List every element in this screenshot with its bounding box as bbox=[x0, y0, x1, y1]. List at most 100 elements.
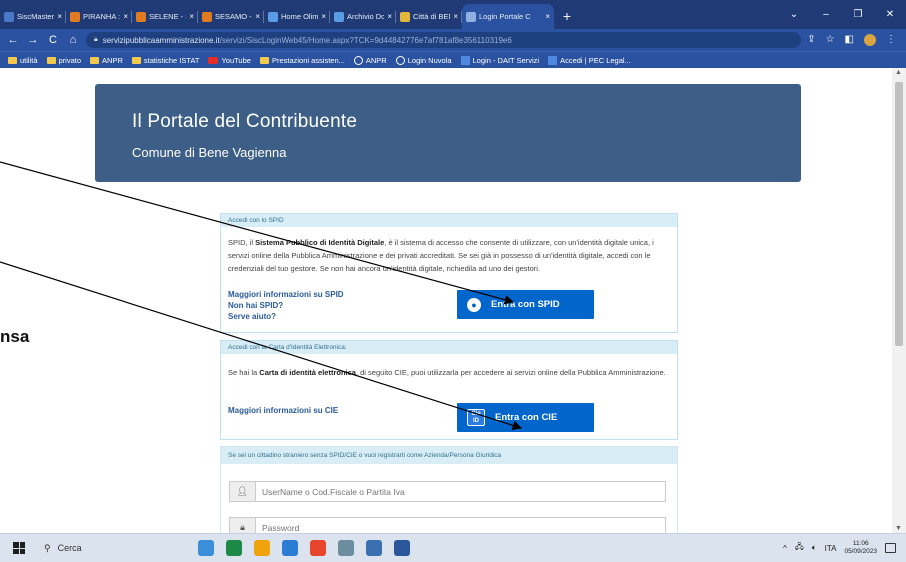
taskbar-apps bbox=[198, 540, 410, 556]
close-window-button[interactable]: ✕ bbox=[874, 9, 906, 20]
page-scrollbar[interactable]: ▲ ▼ bbox=[892, 68, 906, 533]
browser-tab[interactable]: Login Portale C × bbox=[462, 4, 554, 29]
forward-icon[interactable]: → bbox=[26, 34, 40, 46]
bookmark-item[interactable]: ANPR bbox=[90, 56, 123, 65]
tab-search-icon[interactable]: ⌄ bbox=[778, 9, 810, 20]
bookmark-label: Prestazioni assisten... bbox=[271, 55, 345, 65]
language-indicator[interactable]: ITA bbox=[825, 544, 837, 553]
bookmark-item[interactable]: YouTube bbox=[208, 55, 251, 65]
start-button[interactable] bbox=[0, 534, 38, 562]
browser-tab[interactable]: SiscMasterWeb× bbox=[0, 4, 66, 29]
scroll-up-icon[interactable]: ▲ bbox=[895, 69, 902, 76]
sidebar-icon[interactable]: ◧ bbox=[845, 34, 854, 46]
tab-close-icon[interactable]: × bbox=[387, 12, 392, 21]
spid-more-info-link[interactable]: Maggiori informazioni su SPID bbox=[228, 289, 344, 300]
bookmark-item[interactable]: Prestazioni assisten... bbox=[259, 55, 345, 65]
taskbar-app-icon[interactable] bbox=[198, 540, 214, 556]
bookmark-item[interactable]: Login Nuvola bbox=[395, 55, 452, 65]
restore-button[interactable]: ❐ bbox=[842, 9, 874, 20]
other-login-heading: Se sei un cittadino straniero senza SPID… bbox=[221, 447, 677, 464]
volume-icon[interactable]: 🔈︎ bbox=[812, 543, 817, 553]
tab-close-icon[interactable]: × bbox=[255, 12, 260, 21]
url-host: servizipubblicaamministrazione.it bbox=[102, 35, 220, 45]
bookmarks-bar: utilità privato ANPR statistiche ISTAT YouTu… bbox=[0, 51, 906, 68]
browser-tab[interactable]: Archivio Docun× bbox=[330, 4, 396, 29]
browser-tab[interactable]: Città di BENE V× bbox=[396, 4, 462, 29]
bookmark-item[interactable]: ANPR bbox=[353, 55, 387, 65]
partial-overlay-text: nsa bbox=[0, 327, 30, 346]
notification-icon[interactable] bbox=[885, 543, 896, 553]
bookmark-star-icon[interactable]: ☆ bbox=[826, 34, 835, 46]
taskbar-search-label: Cerca bbox=[57, 543, 82, 553]
scrollbar-thumb[interactable] bbox=[895, 82, 903, 346]
tab-label: SESAMO - Serv bbox=[215, 12, 252, 21]
tab-close-icon[interactable]: × bbox=[545, 12, 550, 21]
search-icon: ⚲ bbox=[44, 542, 51, 553]
scroll-down-icon[interactable]: ▼ bbox=[895, 525, 902, 532]
url-field[interactable]: 🔒︎ servizipubblicaamministrazione.it/ser… bbox=[86, 32, 802, 48]
tab-label: Città di BENE V bbox=[413, 12, 450, 21]
home-icon[interactable]: ⌂ bbox=[66, 34, 80, 46]
cie-panel: Accedi con la Carta d'Identità Elettroni… bbox=[220, 340, 678, 440]
taskbar-clock[interactable]: 11:06 05/09/2023 bbox=[844, 540, 877, 556]
user-icon: 👤︎ bbox=[230, 482, 256, 501]
spid-login-button[interactable]: ● Entra con SPID bbox=[457, 290, 594, 319]
spid-help-link[interactable]: Serve aiuto? bbox=[228, 311, 276, 322]
spid-login-button-label: Entra con SPID bbox=[491, 299, 560, 310]
taskbar-app-icon[interactable] bbox=[254, 540, 270, 556]
browser-tab[interactable]: Home Olimpo× bbox=[264, 4, 330, 29]
tab-close-icon[interactable]: × bbox=[57, 12, 62, 21]
taskbar-app-icon[interactable] bbox=[226, 540, 242, 556]
profile-avatar-icon[interactable] bbox=[864, 34, 876, 46]
bookmark-item[interactable]: Accedi | PEC Legal... bbox=[548, 55, 631, 65]
globe-icon bbox=[353, 55, 363, 65]
tab-close-icon[interactable]: × bbox=[123, 12, 128, 21]
bookmark-label: YouTube bbox=[221, 55, 251, 65]
tab-label: SiscMasterWeb bbox=[17, 12, 55, 21]
taskbar-app-icon[interactable] bbox=[394, 540, 410, 556]
new-tab-button[interactable]: + bbox=[554, 4, 580, 29]
bookmark-item[interactable]: privato bbox=[46, 55, 82, 65]
cie-more-info-link[interactable]: Maggiori informazioni su CIE bbox=[228, 405, 338, 416]
cie-login-button[interactable]: Cie ID Entra con CIE bbox=[457, 403, 594, 432]
bookmark-label: privato bbox=[58, 55, 82, 65]
tab-close-icon[interactable]: × bbox=[453, 12, 458, 21]
tab-close-icon[interactable]: × bbox=[321, 12, 326, 21]
menu-icon[interactable]: ⋮ bbox=[886, 34, 896, 46]
taskbar-app-icon[interactable] bbox=[282, 540, 298, 556]
taskbar-app-icon[interactable] bbox=[310, 540, 326, 556]
share-icon[interactable]: ⇪ bbox=[807, 34, 815, 46]
username-field-group: 👤︎ bbox=[229, 481, 666, 502]
globe-icon bbox=[395, 55, 405, 65]
bookmark-item[interactable]: Login - DAIT Servizi bbox=[460, 55, 539, 65]
system-tray: ^ 🖧︎ 🔈︎ ITA 11:06 05/09/2023 bbox=[783, 540, 906, 556]
tab-favicon-icon bbox=[202, 11, 212, 22]
bookmark-item[interactable]: statistiche ISTAT bbox=[131, 56, 199, 65]
cie-login-button-label: Entra con CIE bbox=[495, 412, 558, 423]
back-icon[interactable]: ← bbox=[6, 34, 20, 46]
browser-tab[interactable]: SELENE - Servi× bbox=[132, 4, 198, 29]
browser-tab[interactable]: PIRANHA : Ges× bbox=[66, 4, 132, 29]
browser-tab[interactable]: SESAMO - Serv× bbox=[198, 4, 264, 29]
cie-panel-heading: Accedi con la Carta d'Identità Elettroni… bbox=[221, 341, 677, 354]
network-icon[interactable]: 🖧︎ bbox=[795, 541, 804, 555]
taskbar-app-icon[interactable] bbox=[338, 540, 354, 556]
tab-label: Login Portale C bbox=[479, 12, 531, 21]
tab-close-icon[interactable]: × bbox=[189, 12, 194, 21]
taskbar-app-icon[interactable] bbox=[366, 540, 382, 556]
username-input[interactable] bbox=[256, 482, 665, 501]
tab-favicon-icon bbox=[268, 11, 278, 22]
address-bar: ← → C ⌂ 🔒︎ servizipubblicaamministrazion… bbox=[0, 29, 906, 51]
reload-icon[interactable]: C bbox=[46, 34, 60, 46]
window-controls: ⌄ – ❐ ✕ bbox=[778, 0, 906, 29]
tray-chevron-icon[interactable]: ^ bbox=[783, 544, 787, 553]
bookmark-item[interactable]: utilità bbox=[8, 56, 38, 65]
spid-no-spid-link[interactable]: Non hai SPID? bbox=[228, 300, 283, 311]
tab-favicon-icon bbox=[70, 11, 80, 22]
spid-panel-heading: Accedi con lo SPID bbox=[221, 214, 677, 227]
folder-icon bbox=[131, 56, 141, 64]
password-input[interactable] bbox=[256, 518, 665, 533]
minimize-button[interactable]: – bbox=[810, 9, 842, 20]
taskbar-search[interactable]: ⚲ Cerca bbox=[38, 534, 148, 562]
page-subtitle: Comune di Bene Vagienna bbox=[132, 145, 287, 160]
